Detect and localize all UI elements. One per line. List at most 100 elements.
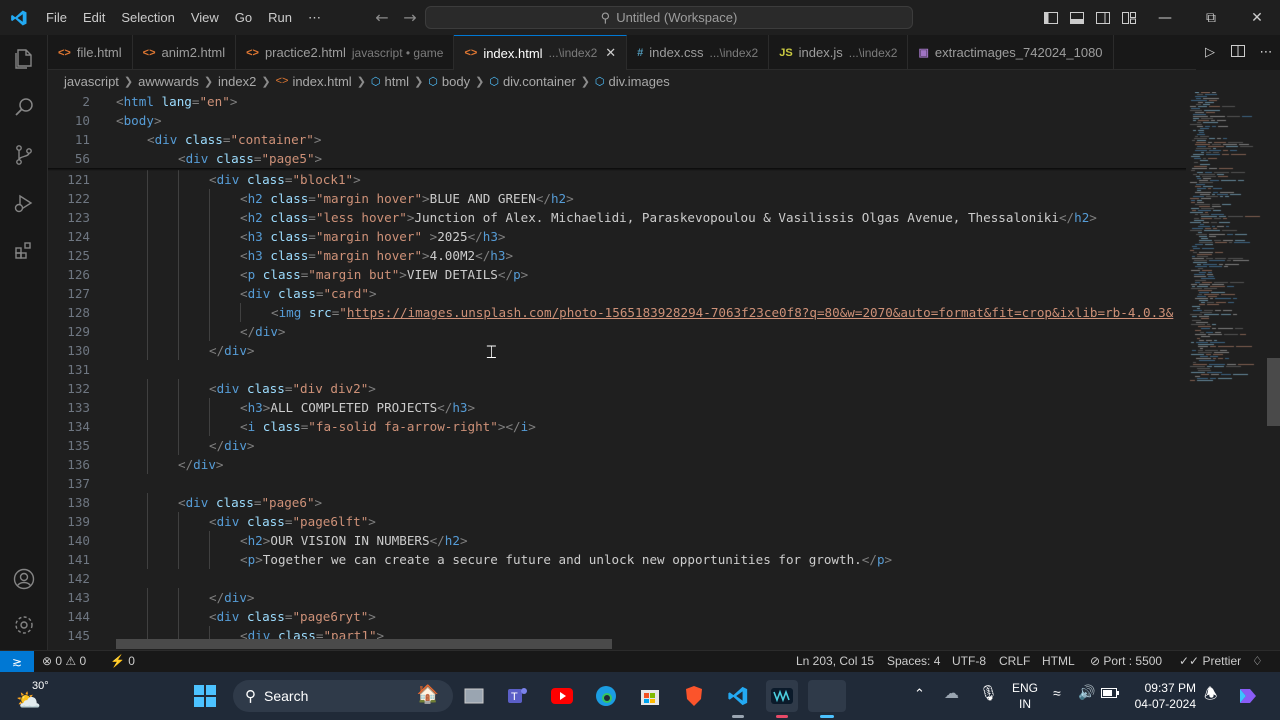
tab-practice2-html[interactable]: <> practice2.html javascript • game xyxy=(236,35,455,70)
language-mode[interactable]: HTML xyxy=(1042,651,1075,672)
tab-file-html[interactable]: <> file.html xyxy=(48,35,133,70)
breadcrumb-item[interactable]: awwwards xyxy=(138,74,199,89)
youtube-icon[interactable] xyxy=(546,680,578,712)
code-line[interactable]: 138 <div class="page6"> xyxy=(48,493,1232,512)
code-line[interactable]: 123 <h2 class="less hover">Junction of Al… xyxy=(48,208,1232,227)
breadcrumb-item[interactable]: ⬡ div.images xyxy=(595,74,670,89)
code-line[interactable]: 140 <h2>OUR VISION IN NUMBERS</h2> xyxy=(48,531,1232,550)
split-editor-icon[interactable] xyxy=(1224,44,1252,61)
menu-item[interactable]: Run xyxy=(260,0,300,35)
volume-icon[interactable]: 🔊 xyxy=(1078,684,1095,701)
code-line[interactable]: 139 <div class="page6lft"> xyxy=(48,512,1232,531)
command-center-search[interactable]: ⚲ Untitled (Workspace) xyxy=(425,6,913,29)
code-line[interactable]: 122 <h2 class="margin hover">BLUE AND GRE… xyxy=(48,189,1232,208)
code-editor[interactable]: 121 <div class="block1"> 122 <h2 class="mar… xyxy=(48,92,1232,650)
minimize-button[interactable]: — xyxy=(1142,0,1188,35)
back-arrow-icon[interactable]: ← xyxy=(368,8,396,27)
menu-item[interactable]: View xyxy=(183,0,227,35)
onedrive-cloud-icon[interactable]: ☁ xyxy=(944,684,959,702)
recording-app-icon[interactable] xyxy=(808,680,846,718)
tab-index-html[interactable]: <> index.html ...\index2 ✕ xyxy=(454,35,628,70)
restore-button[interactable]: ⧉ xyxy=(1188,0,1234,35)
breadcrumb-item[interactable]: javascript xyxy=(64,74,119,89)
breadcrumb-item[interactable]: index2 xyxy=(218,74,256,89)
code-line[interactable]: 128 <img src="https://images.unsplash.com… xyxy=(48,303,1232,322)
code-line[interactable]: 135 </div> xyxy=(48,436,1232,455)
problems-count[interactable]: ⊗ 0 ⚠ 0 xyxy=(42,651,86,672)
toggle-sidebar-icon[interactable] xyxy=(1038,0,1064,35)
copilot-icon[interactable] xyxy=(1232,680,1264,712)
code-line[interactable]: 126 <p class="margin but">VIEW DETAILS</p… xyxy=(48,265,1232,284)
battery-icon[interactable] xyxy=(1101,686,1119,701)
code-line[interactable]: 125 <h3 class="margin hover">4.00M2</h3> xyxy=(48,246,1232,265)
tab-anim2-html[interactable]: <> anim2.html xyxy=(133,35,237,70)
sticky-scroll-line[interactable]: 10 <body> xyxy=(48,111,1232,130)
horizontal-scrollbar-thumb[interactable] xyxy=(116,639,612,649)
code-line[interactable]: 143 </div> xyxy=(48,588,1232,607)
menu-item[interactable]: Go xyxy=(227,0,260,35)
wifi-icon[interactable]: ≈ xyxy=(1053,685,1061,701)
source-control-icon[interactable] xyxy=(0,131,48,179)
close-window-button[interactable]: ✕ xyxy=(1234,0,1280,35)
menu-item[interactable]: Selection xyxy=(113,0,182,35)
vscode-taskbar-icon[interactable] xyxy=(722,680,754,718)
brave-browser-icon[interactable] xyxy=(678,680,710,712)
code-line[interactable]: 124 <h3 class="margin hover" >2025</h3> xyxy=(48,227,1232,246)
run-debug-icon[interactable] xyxy=(0,179,48,227)
code-line[interactable]: 142 xyxy=(48,569,1232,588)
more-actions-icon[interactable]: ⋯ xyxy=(1252,45,1280,60)
code-line[interactable]: 127 <div class="card"> xyxy=(48,284,1232,303)
code-line[interactable]: 136 </div> xyxy=(48,455,1232,474)
prettier-status[interactable]: ✓✓ Prettier xyxy=(1179,651,1241,672)
language-indicator[interactable]: ENG IN xyxy=(1012,680,1038,712)
remote-indicator-icon[interactable]: ≳ xyxy=(0,651,34,672)
show-hidden-icons-chevron[interactable]: ⌃ xyxy=(914,686,925,702)
accounts-icon[interactable] xyxy=(0,555,48,603)
sticky-scroll-line[interactable]: 56 <div class="page5"> xyxy=(48,149,1232,168)
teams-icon[interactable]: T xyxy=(501,680,533,712)
taskbar-search[interactable]: ⚲ Search 🏠 xyxy=(233,680,453,712)
notification-bell-icon[interactable]: 🕭 xyxy=(1204,684,1217,709)
breadcrumb-item[interactable]: <> index.html xyxy=(276,74,352,89)
close-tab-icon[interactable]: ✕ xyxy=(605,45,616,61)
start-windows-icon[interactable] xyxy=(189,680,221,712)
clock[interactable]: 09:37 PM 04-07-2024 xyxy=(1134,680,1196,712)
breadcrumb-item[interactable]: ⬡ body xyxy=(428,74,470,89)
vertical-scrollbar-thumb[interactable] xyxy=(1267,358,1280,426)
explorer-icon[interactable] xyxy=(0,35,48,83)
code-line[interactable]: 129 </div> xyxy=(48,322,1232,341)
edge-browser-icon[interactable] xyxy=(590,680,622,712)
extensions-icon[interactable] xyxy=(0,227,48,275)
code-line[interactable]: 121 <div class="block1"> xyxy=(48,170,1232,189)
search-icon[interactable] xyxy=(0,83,48,131)
toggle-panel-icon[interactable] xyxy=(1064,0,1090,35)
ports-count[interactable]: ⚡ 0 xyxy=(110,651,135,672)
end-of-line[interactable]: CRLF xyxy=(999,651,1030,672)
code-line[interactable]: 130 </div> xyxy=(48,341,1232,360)
forward-arrow-icon[interactable]: → xyxy=(396,8,424,27)
code-line[interactable]: 131 xyxy=(48,360,1232,379)
code-line[interactable]: 137 xyxy=(48,474,1232,493)
microsoft-store-icon[interactable] xyxy=(634,680,666,712)
live-server-port[interactable]: ⊘ Port : 5500 xyxy=(1090,651,1162,672)
breadcrumb-item[interactable]: ⬡ html xyxy=(371,74,409,89)
run-code-icon[interactable]: ▷ xyxy=(1196,45,1224,60)
toggle-secondary-sidebar-icon[interactable] xyxy=(1090,0,1116,35)
tab-extractimages-742024-1080[interactable]: ▣ extractimages_742024_1080 xyxy=(908,35,1114,70)
tab-index-js[interactable]: JS index.js ...\index2 xyxy=(769,35,909,70)
code-line[interactable]: 141 <p>Together we can create a secure fu… xyxy=(48,550,1232,569)
menu-item[interactable]: ⋯ xyxy=(300,0,329,35)
indentation[interactable]: Spaces: 4 xyxy=(887,651,940,672)
manage-gear-icon[interactable] xyxy=(0,601,48,649)
customize-layout-icon[interactable] xyxy=(1116,0,1142,35)
code-line[interactable]: 133 <h3>ALL COMPLETED PROJECTS</h3> xyxy=(48,398,1232,417)
sticky-scroll-line[interactable]: 11 <div class="container"> xyxy=(48,130,1232,149)
sticky-scroll-line[interactable]: 2 <html lang="en"> xyxy=(48,92,1232,111)
menu-item[interactable]: File xyxy=(38,0,75,35)
tab-index-css[interactable]: # index.css ...\index2 xyxy=(627,35,770,70)
code-line[interactable]: 144 <div class="page6ryt"> xyxy=(48,607,1232,626)
code-line[interactable]: 134 <i class="fa-solid fa-arrow-right"></… xyxy=(48,417,1232,436)
waves-app-icon[interactable] xyxy=(766,680,798,718)
menu-item[interactable]: Edit xyxy=(75,0,113,35)
task-view-icon[interactable] xyxy=(458,680,490,712)
